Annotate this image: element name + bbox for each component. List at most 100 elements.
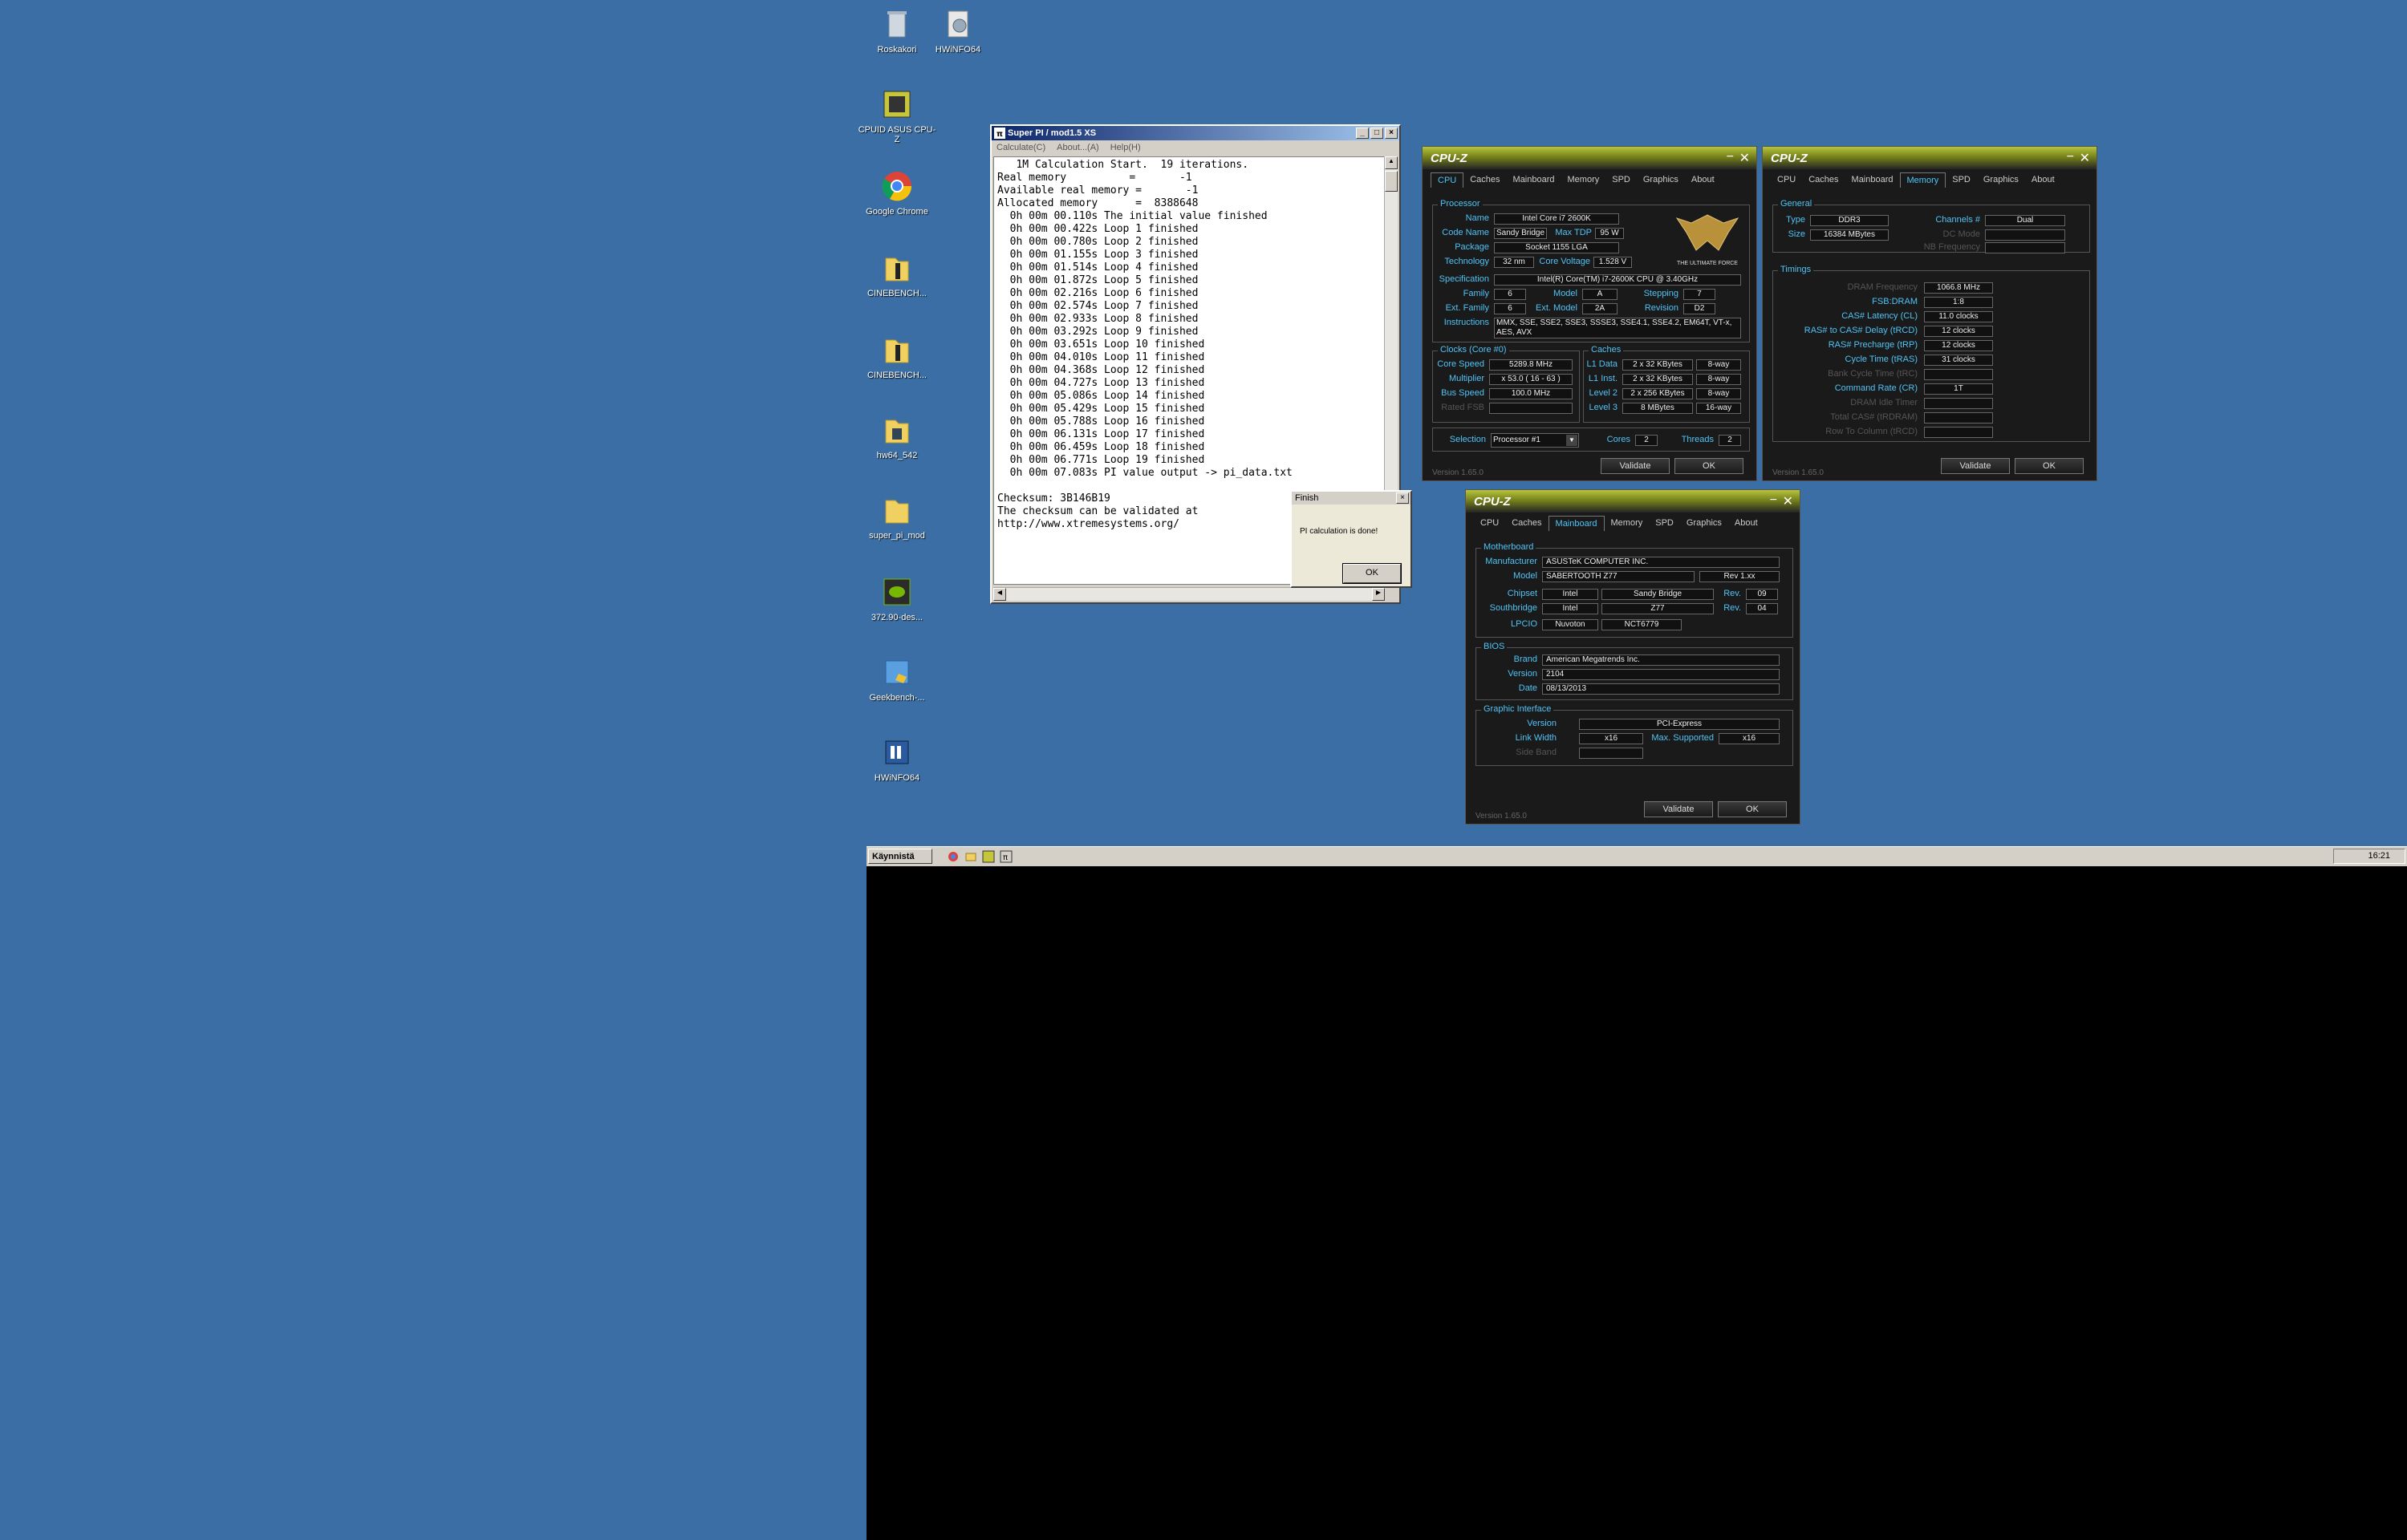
tab-spd[interactable]: SPD (1605, 172, 1637, 187)
trp-value: 12 clocks (1924, 340, 1993, 351)
tab-caches[interactable]: Caches (1802, 172, 1845, 187)
menu-calculate[interactable]: Calculate(C) (996, 140, 1045, 155)
label: Channels # (1935, 215, 1980, 225)
desktop-icon-nvidia-driver[interactable]: 372.90-des... (857, 574, 937, 622)
tab-mainboard[interactable]: Mainboard (1507, 172, 1561, 187)
label: Version (1527, 719, 1557, 728)
output-line: 0h 00m 04.010s Loop 11 finished (997, 351, 1205, 363)
mbmodel-value: SABERTOOTH Z77 (1542, 571, 1695, 582)
validate-button[interactable]: Validate (1644, 801, 1713, 817)
desktop-icon-chrome[interactable]: Google Chrome (857, 168, 937, 217)
output-line: 0h 00m 04.368s Loop 12 finished (997, 364, 1205, 376)
tab-about[interactable]: About (1728, 516, 1764, 530)
group-title: BIOS (1481, 642, 1508, 651)
validate-button[interactable]: Validate (1601, 458, 1670, 474)
tab-graphics[interactable]: Graphics (1680, 516, 1728, 530)
tab-graphics[interactable]: Graphics (1977, 172, 2025, 187)
superpi-taskbar-icon[interactable]: π (1000, 850, 1013, 863)
group-title: Clocks (Core #0) (1438, 345, 1509, 355)
minimize-button[interactable]: − (1727, 150, 1734, 164)
close-button[interactable]: ✕ (1783, 493, 1793, 509)
start-button[interactable]: Käynnistä (868, 849, 932, 864)
label: Core Speed (1437, 359, 1484, 369)
minimize-button[interactable]: _ (1356, 128, 1369, 139)
clock[interactable]: 16:21 (2368, 851, 2390, 861)
scroll-right-button[interactable]: ▶ (1372, 588, 1385, 601)
scroll-up-button[interactable]: ▲ (1385, 156, 1398, 169)
desktop-icon-super-pi-mod[interactable]: super_pi_mod (857, 492, 937, 541)
ok-button[interactable]: OK (1718, 801, 1787, 817)
output-line: 0h 00m 00.780s Loop 2 finished (997, 236, 1199, 248)
processor-group: Processor Name Intel Core i7 2600K Code … (1432, 199, 1750, 342)
tab-about[interactable]: About (2025, 172, 2061, 187)
explorer-icon[interactable] (964, 850, 977, 863)
ok-button[interactable]: OK (2015, 458, 2084, 474)
menu-about[interactable]: About...(A) (1057, 140, 1099, 155)
menu-help[interactable]: Help(H) (1110, 140, 1141, 155)
cpuz-titlebar[interactable]: CPU-Z − ✕ (1423, 147, 1756, 169)
tab-spd[interactable]: SPD (1649, 516, 1680, 530)
cl-value: 11.0 clocks (1924, 311, 1993, 322)
tab-mainboard[interactable]: Mainboard (1548, 516, 1605, 531)
horizontal-scrollbar[interactable]: ◀ ▶ (993, 587, 1385, 601)
revision-value: D2 (1683, 303, 1715, 314)
black-screen-area (867, 866, 2407, 1540)
start-label: Käynnistä (872, 852, 915, 861)
trc-value (1924, 369, 1993, 380)
close-button[interactable]: × (1396, 492, 1409, 504)
memsize-value: 16384 MBytes (1810, 229, 1889, 241)
desktop-icon-cpuz[interactable]: CPUID ASUS CPU-Z (857, 87, 937, 144)
tab-memory[interactable]: Memory (1561, 172, 1606, 187)
desktop-icon-cinebench-1[interactable]: CINEBENCH... (857, 250, 937, 298)
processor-select[interactable]: Processor #1 ▼ (1491, 433, 1579, 448)
icon-label: Geekbench-... (869, 693, 925, 703)
tab-caches[interactable]: Caches (1463, 172, 1506, 187)
desktop-icon-hwinfo64-2[interactable]: HWiNFO64 (857, 735, 937, 783)
label: Code Name (1442, 228, 1489, 237)
minimize-button[interactable]: − (1770, 493, 1777, 508)
tab-graphics[interactable]: Graphics (1637, 172, 1685, 187)
tab-about[interactable]: About (1685, 172, 1721, 187)
desktop-icon-hw64[interactable]: hw64_542 (857, 412, 937, 460)
desktop-icon-hwinfo64[interactable]: HWiNFO64 (918, 6, 998, 55)
tab-cpu[interactable]: CPU (1431, 172, 1464, 188)
recycle-bin-icon (879, 6, 915, 42)
icon-label: 372.90-des... (871, 613, 923, 622)
ok-button[interactable]: OK (1674, 458, 1743, 474)
label: Type (1786, 215, 1805, 225)
fsb-value: 1:8 (1924, 297, 1993, 308)
tras-value: 31 clocks (1924, 355, 1993, 366)
cpuz-window-cpu: CPU-Z − ✕ CPU Caches Mainboard Memory SP… (1422, 146, 1757, 481)
scroll-left-button[interactable]: ◀ (993, 588, 1006, 601)
selection-bar: Selection Processor #1 ▼ Cores 2 Threads… (1432, 428, 1750, 452)
icon-label: Google Chrome (866, 207, 928, 217)
finish-ok-button[interactable]: OK (1342, 563, 1402, 584)
cpuz-taskbar-icon[interactable] (982, 850, 995, 863)
tab-memory[interactable]: Memory (1605, 516, 1650, 530)
maximize-button[interactable]: □ (1370, 128, 1383, 139)
tab-cpu[interactable]: CPU (1474, 516, 1505, 530)
corevoltage-value: 1.528 V (1593, 257, 1632, 268)
tab-mainboard[interactable]: Mainboard (1845, 172, 1900, 187)
close-button[interactable]: ✕ (1739, 150, 1750, 166)
icon-label: hw64_542 (876, 451, 918, 460)
output-line: 0h 00m 05.086s Loop 14 finished (997, 390, 1205, 402)
tab-caches[interactable]: Caches (1505, 516, 1548, 530)
tuf-logo-icon (1675, 214, 1739, 251)
superpi-titlebar[interactable]: π Super PI / mod1.5 XS _ □ × (992, 126, 1399, 140)
cpuz-titlebar[interactable]: CPU-Z − ✕ (1466, 490, 1800, 513)
validate-button[interactable]: Validate (1941, 458, 2010, 474)
chrome-icon[interactable] (947, 850, 960, 863)
tab-memory[interactable]: Memory (1899, 172, 1946, 188)
cpuz-titlebar[interactable]: CPU-Z − ✕ (1763, 147, 2096, 169)
scroll-thumb[interactable] (1385, 171, 1398, 192)
minimize-button[interactable]: − (2067, 150, 2074, 164)
tab-spd[interactable]: SPD (1946, 172, 1977, 187)
desktop-icon-cinebench-2[interactable]: CINEBENCH... (857, 332, 937, 380)
tab-cpu[interactable]: CPU (1771, 172, 1802, 187)
finish-titlebar[interactable]: Finish × (1292, 492, 1411, 505)
close-button[interactable]: ✕ (2080, 150, 2090, 166)
desktop-icon-geekbench[interactable]: Geekbench-... (857, 654, 937, 703)
folder-icon (879, 492, 915, 528)
close-button[interactable]: × (1385, 128, 1398, 139)
